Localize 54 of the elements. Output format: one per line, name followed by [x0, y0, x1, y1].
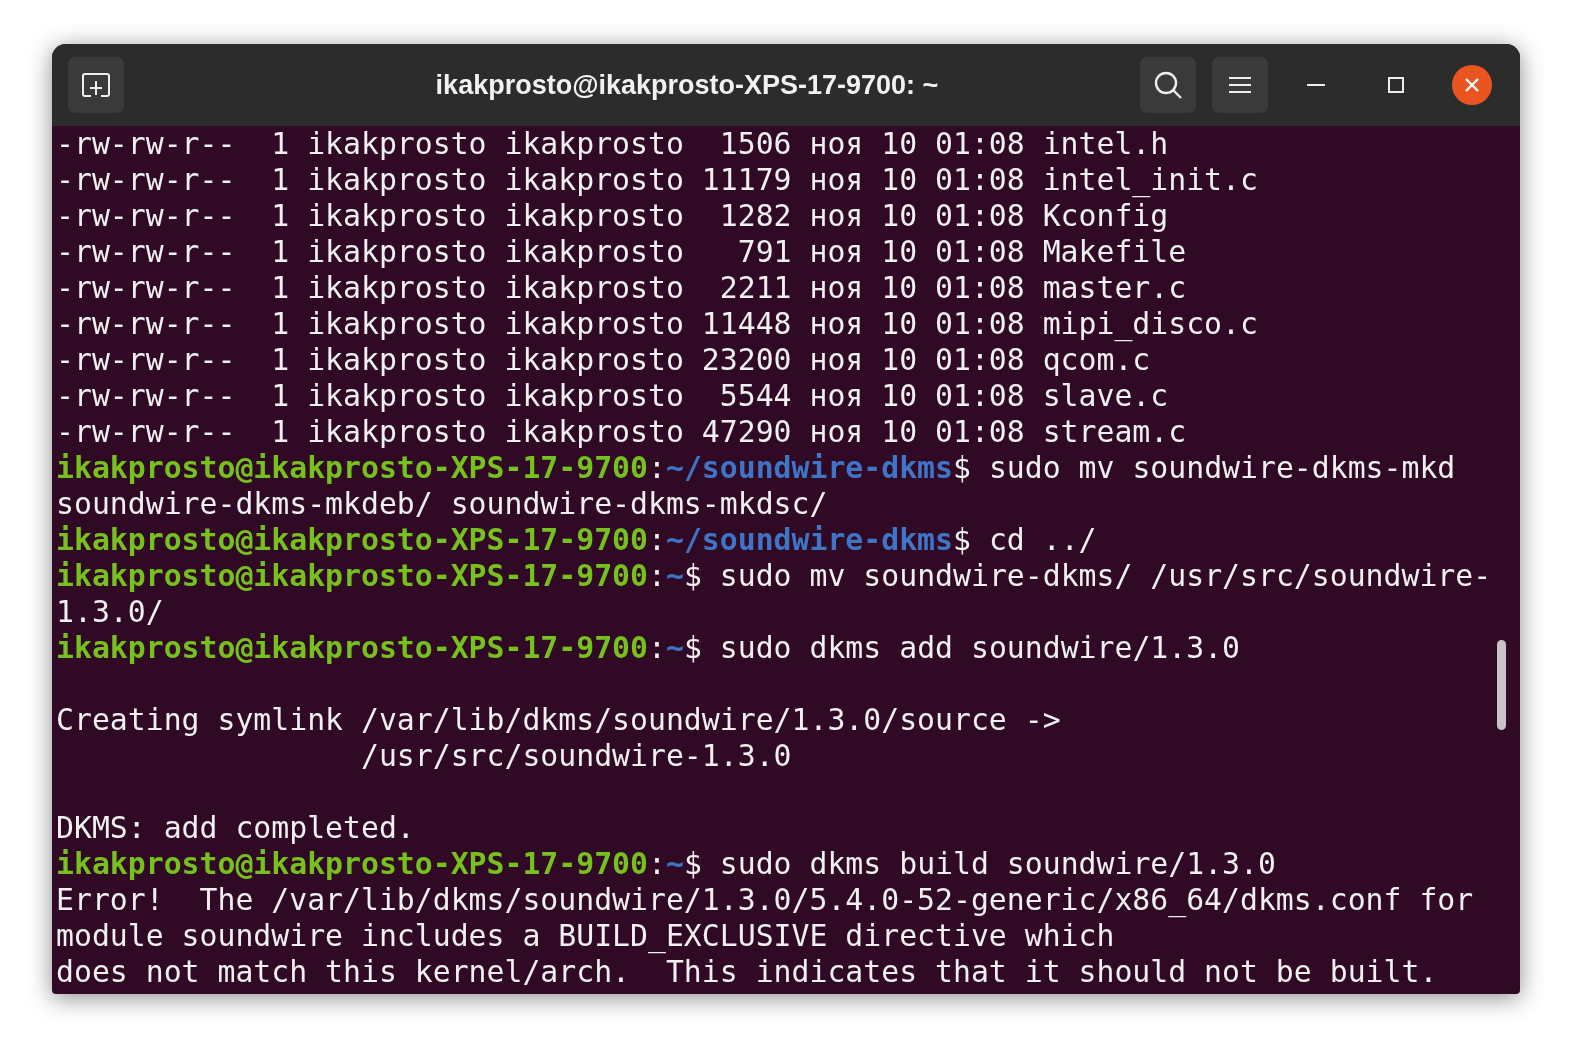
prompt-user: ikakprosto@ikakprosto-XPS-17-9700 — [56, 558, 648, 593]
command-text: sudo mv soundwire-dkms-mkd — [988, 450, 1456, 485]
prompt-separator: : — [648, 450, 666, 485]
prompt-path: ~ — [665, 558, 684, 593]
prompt-path: ~/soundwire-dkms — [665, 450, 953, 485]
prompt-symbol: $ — [683, 630, 702, 665]
output-text: -rw-rw-r-- 1 ikakprosto ikakprosto 11448 ноя 10 01:08 mipi_disco.c — [56, 306, 1258, 341]
window-title: ikakprosto@ikakprosto-XPS-17-9700: ~ — [434, 69, 940, 101]
output-text: /usr/src/soundwire-1.3.0 — [359, 738, 792, 773]
prompt-symbol: $ — [953, 450, 971, 485]
scrollbar[interactable] — [1497, 640, 1506, 730]
output-text: module soundwire includes a BUILD_EXCLUSIVE directive which — [56, 918, 1115, 953]
output-text: -rw-rw-r-- 1 ikakprosto ikakprosto 791 ноя 10 01:08 Makefile — [56, 234, 1187, 269]
new-tab-button[interactable] — [68, 57, 124, 113]
output-text: -rw-rw-r-- 1 ikakprosto ikakprosto 1506 ноя 10 01:08 intel.h — [56, 126, 1169, 161]
output-text: Error! The /var/lib/dkms/soundwire/1.3.0/5.4.0-52-generic/x86_64/dkms.conf for — [56, 882, 1474, 917]
prompt-separator: : — [648, 522, 666, 557]
search-icon — [1153, 70, 1183, 100]
close-icon — [1464, 77, 1480, 93]
output-text: -rw-rw-r-- 1 ikakprosto ikakprosto 5544 ноя 10 01:08 slave.c — [56, 378, 1169, 413]
search-button[interactable] — [1140, 57, 1196, 113]
prompt-symbol: $ — [953, 522, 971, 557]
prompt-user: ikakprosto@ikakprosto-XPS-17-9700 — [56, 522, 648, 557]
output-text: -rw-rw-r-- 1 ikakprosto ikakprosto 11179 ноя 10 01:08 intel_init.c — [56, 162, 1258, 197]
output-text: -rw-rw-r-- 1 ikakprosto ikakprosto 47290 ноя 10 01:08 stream.c — [56, 414, 1187, 449]
prompt-path: ~/soundwire-dkms — [665, 522, 953, 557]
prompt-path: ~ — [665, 846, 684, 881]
output-text: -rw-rw-r-- 1 ikakprosto ikakprosto 23200 ноя 10 01:08 qcom.c — [56, 342, 1151, 377]
command-text: cd ../ — [988, 522, 1097, 557]
output-text: soundwire-dkms-mkdeb/ soundwire-dkms-mkdsc/ — [56, 486, 828, 521]
new-tab-icon — [81, 71, 111, 99]
prompt-symbol: $ — [683, 846, 702, 881]
prompt-separator: : — [648, 846, 666, 881]
prompt-user: ikakprosto@ikakprosto-XPS-17-9700 — [56, 630, 648, 665]
prompt-separator: : — [648, 630, 666, 665]
output-text: does not match this kernel/arch. This indicates that it should not be built. — [56, 954, 1438, 989]
output-text: DKMS: add completed. — [56, 810, 415, 845]
output-text: -rw-rw-r-- 1 ikakprosto ikakprosto 2211 ноя 10 01:08 master.c — [56, 270, 1187, 305]
output-text: -rw-rw-r-- 1 ikakprosto ikakprosto 1282 ноя 10 01:08 Kconfig — [56, 198, 1169, 233]
command-text: sudo mv soundwire-dkms/ /usr/src/soundwire- — [719, 558, 1492, 593]
output-text: Creating symlink /var/lib/dkms/soundwire/1.3.0/source -> — [56, 702, 1061, 737]
command-text: sudo dkms add soundwire/1.3.0 — [719, 630, 1241, 665]
minimize-icon — [1307, 83, 1325, 87]
close-button[interactable] — [1452, 65, 1492, 105]
output-text: 1.3.0/ — [56, 594, 164, 629]
prompt-path: ~ — [665, 630, 684, 665]
prompt-separator: : — [648, 558, 666, 593]
prompt-user: ikakprosto@ikakprosto-XPS-17-9700 — [56, 450, 648, 485]
command-text: sudo dkms build soundwire/1.3.0 — [719, 846, 1276, 881]
prompt-symbol: $ — [683, 558, 702, 593]
prompt-user: ikakprosto@ikakprosto-XPS-17-9700 — [56, 846, 648, 881]
menu-icon — [1229, 76, 1251, 94]
menu-button[interactable] — [1212, 57, 1268, 113]
maximize-icon — [1388, 77, 1404, 93]
